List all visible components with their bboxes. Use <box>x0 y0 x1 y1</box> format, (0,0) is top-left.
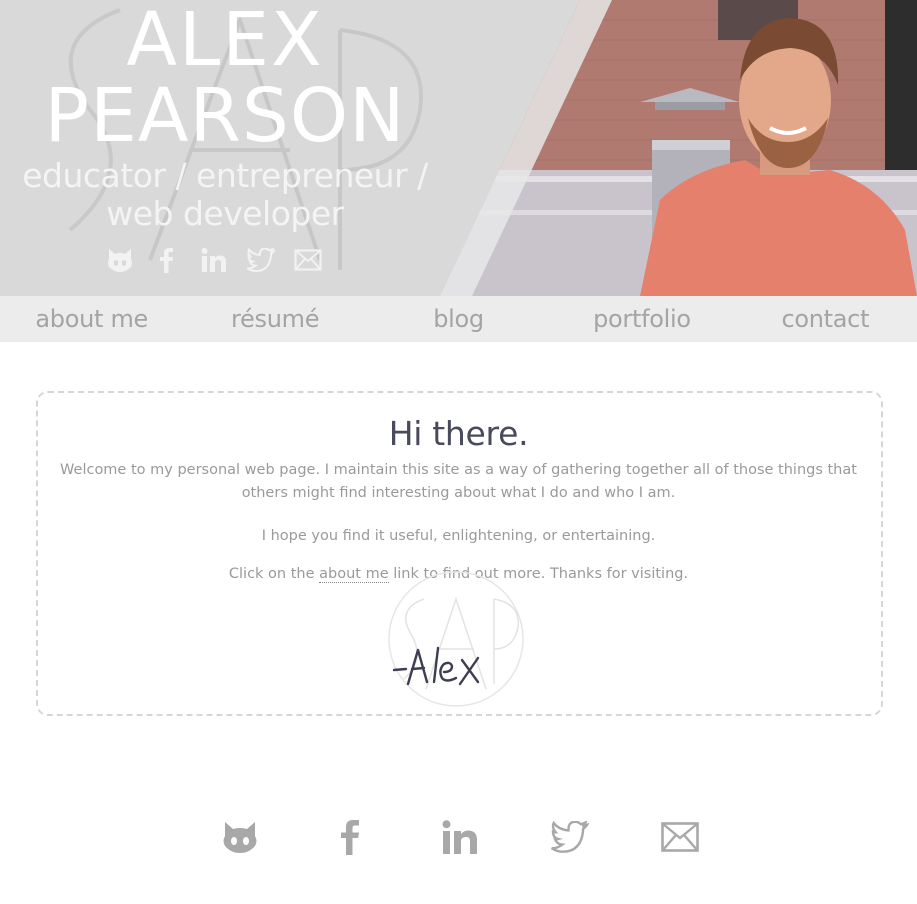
signature <box>392 646 480 686</box>
email-icon[interactable] <box>660 815 700 859</box>
tagline-line-2: web developer <box>106 194 344 233</box>
nav-portfolio[interactable]: portfolio <box>550 296 733 342</box>
page-title: Hi there. <box>388 414 529 453</box>
name-last: PEARSON <box>44 73 406 159</box>
main-nav: about me résumé blog portfolio contact <box>0 296 917 342</box>
welcome-paragraph: Welcome to my personal web page. I maint… <box>60 462 857 501</box>
name-first: ALEX <box>126 0 324 83</box>
hope-paragraph: I hope you find it useful, enlightening,… <box>261 528 656 544</box>
facebook-icon[interactable] <box>330 815 370 859</box>
github-icon[interactable] <box>220 815 260 859</box>
linkedin-icon[interactable] <box>198 244 229 275</box>
about-me-link[interactable]: about me <box>319 566 389 583</box>
email-icon[interactable] <box>292 244 323 275</box>
nav-contact[interactable]: contact <box>734 296 917 342</box>
nav-resume[interactable]: résumé <box>183 296 366 342</box>
header-social-links <box>104 244 323 275</box>
facebook-icon[interactable] <box>151 244 182 275</box>
linkedin-icon[interactable] <box>440 815 480 859</box>
github-icon[interactable] <box>104 244 135 275</box>
header-banner: ALEX PEARSON educator / entrepreneur / w… <box>0 0 917 296</box>
nav-about-me[interactable]: about me <box>0 296 183 342</box>
tagline-line-1: educator / entrepreneur / <box>22 156 428 195</box>
twitter-icon[interactable] <box>245 244 276 275</box>
nav-blog[interactable]: blog <box>367 296 550 342</box>
twitter-icon[interactable] <box>550 815 590 859</box>
visit-text-before: Click on the <box>228 566 320 582</box>
footer-social-links <box>220 815 700 859</box>
